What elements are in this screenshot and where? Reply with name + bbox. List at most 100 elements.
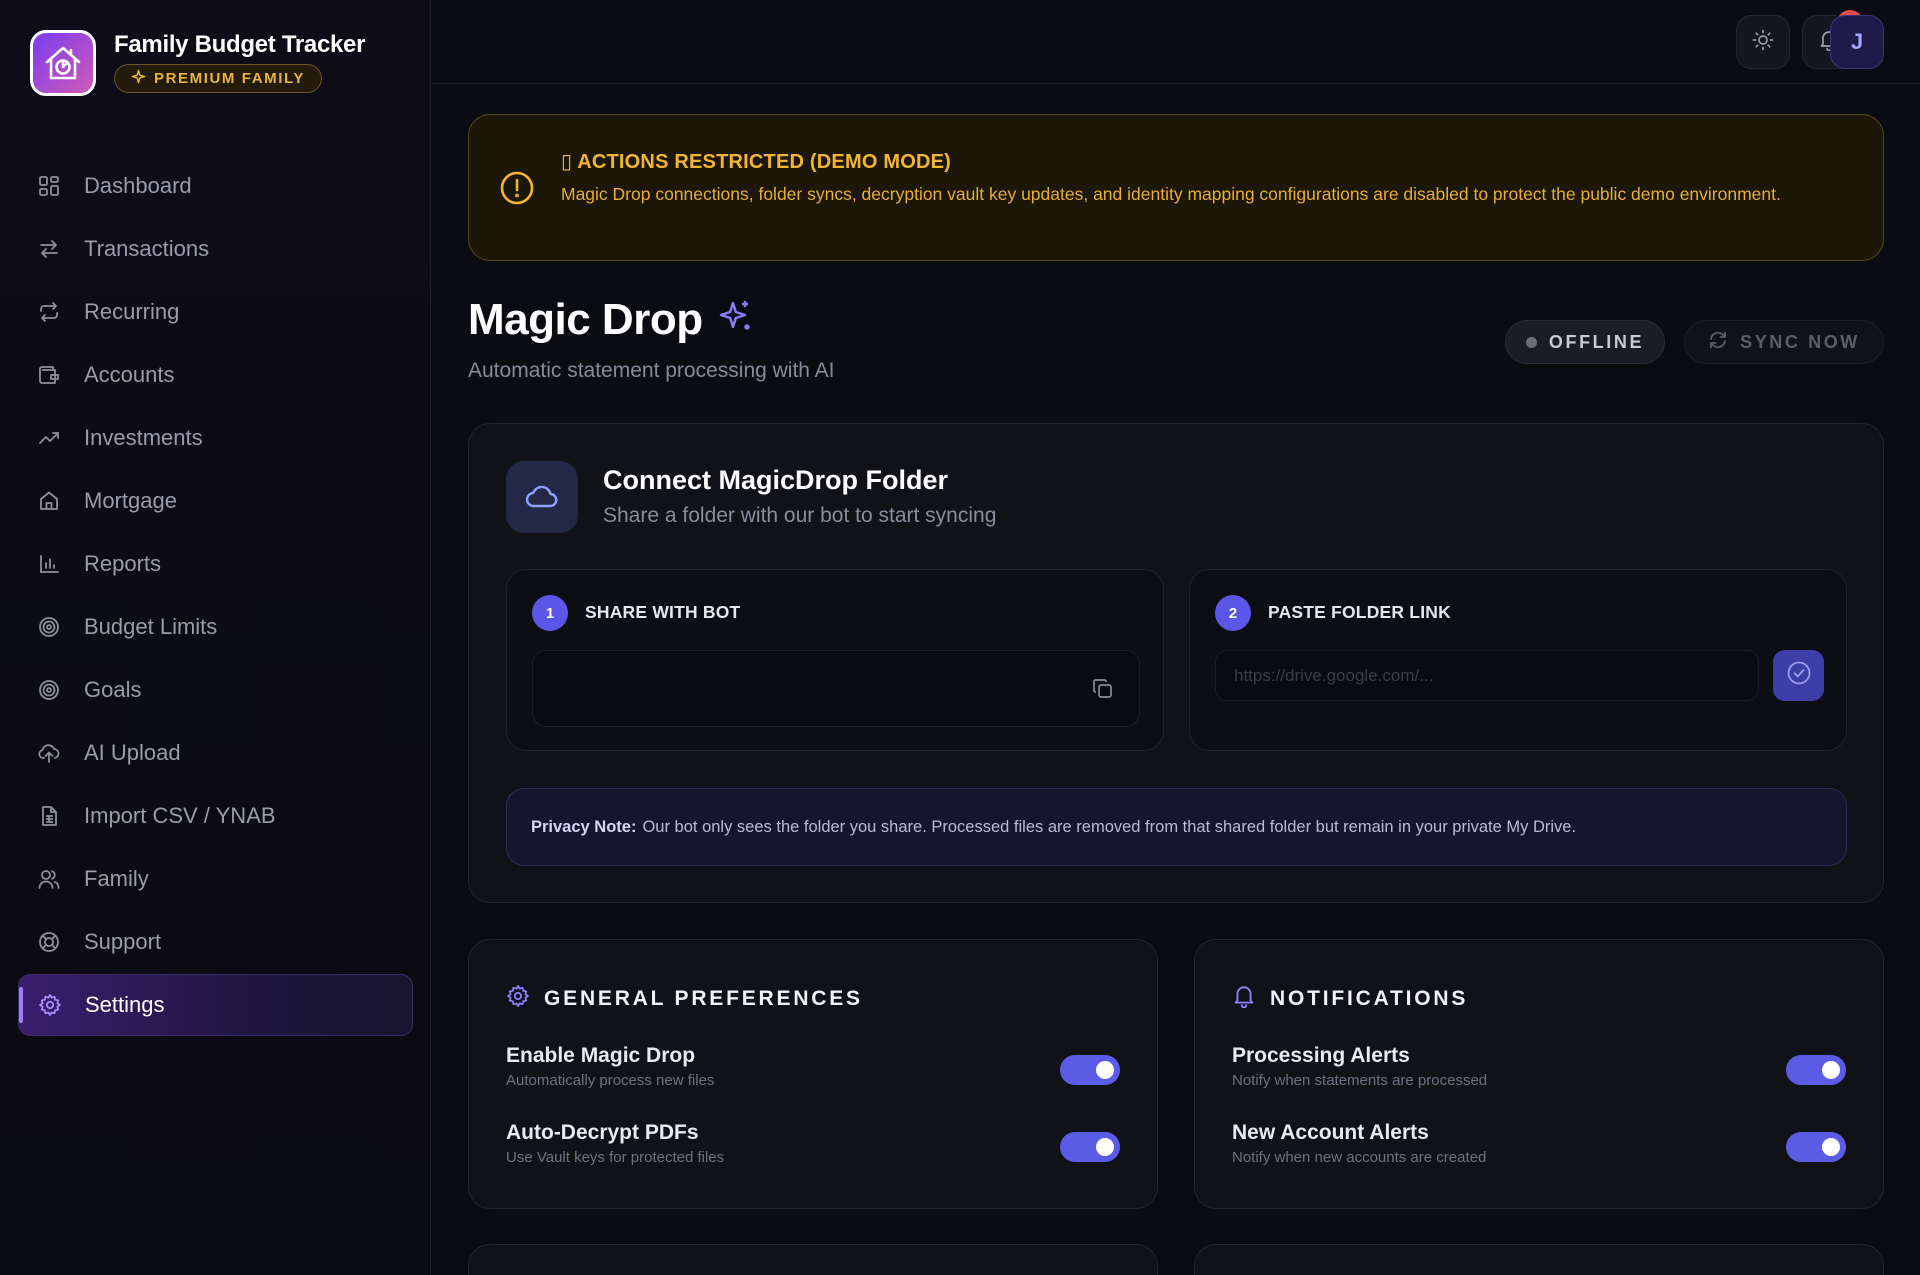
connect-subtitle: Share a folder with our bot to start syn… <box>603 504 997 527</box>
sidebar-item-label: Import CSV / YNAB <box>84 803 276 828</box>
general-preferences-card: GENERAL PREFERENCES Enable Magic Drop Au… <box>468 939 1158 1209</box>
wallet-icon <box>36 362 62 388</box>
page-subtitle: Automatic statement processing with AI <box>468 359 835 382</box>
connection-status-badge: OFFLINE <box>1505 320 1665 364</box>
gear-icon <box>506 984 530 1014</box>
refresh-icon <box>1708 330 1728 355</box>
sidebar-item-label: Recurring <box>84 299 180 324</box>
pref-row-processing-alerts: Processing Alerts Notify when statements… <box>1232 1044 1846 1100</box>
house-logo-icon <box>30 30 96 96</box>
notifications-card: NOTIFICATIONS Processing Alerts Notify w… <box>1194 939 1884 1209</box>
pref-row-enable-magic-drop: Enable Magic Drop Automatically process … <box>506 1044 1120 1100</box>
brand[interactable]: Family Budget Tracker PREMIUM FAMILY <box>30 30 365 96</box>
step-number: 2 <box>1215 595 1251 631</box>
pref-desc: Automatically process new files <box>506 1072 715 1089</box>
pref-row-auto-decrypt: Auto-Decrypt PDFs Use Vault keys for pro… <box>506 1121 1120 1177</box>
sun-icon <box>1752 29 1774 56</box>
sidebar-item-import-csv[interactable]: Import CSV / YNAB <box>18 785 413 847</box>
repeat-icon <box>36 299 62 325</box>
processing-alerts-toggle[interactable] <box>1786 1055 1846 1085</box>
sidebar: Family Budget Tracker PREMIUM FAMILY Das… <box>0 0 431 1275</box>
gear-icon <box>37 992 63 1018</box>
pref-title: Auto-Decrypt PDFs <box>506 1121 699 1144</box>
step-number: 1 <box>532 595 568 631</box>
status-dot <box>1525 336 1537 348</box>
folder-link-input[interactable] <box>1215 650 1759 701</box>
new-account-alerts-toggle[interactable] <box>1786 1132 1846 1162</box>
sparkle-icon <box>717 295 753 345</box>
user-avatar[interactable]: J <box>1830 15 1884 69</box>
privacy-note-label: Privacy Note: <box>531 817 637 836</box>
cloud-upload-icon <box>36 740 62 766</box>
privacy-note: Privacy Note: Our bot only sees the fold… <box>506 788 1847 866</box>
sidebar-item-label: Transactions <box>84 236 210 261</box>
pref-desc: Use Vault keys for protected files <box>506 1149 725 1166</box>
lifebuoy-icon <box>36 929 62 955</box>
grid-icon <box>36 173 62 199</box>
demo-mode-alert: ▯ ACTIONS RESTRICTED (DEMO MODE) Magic D… <box>468 114 1884 261</box>
check-circle-icon <box>1786 660 1812 691</box>
sidebar-item-investments[interactable]: Investments <box>18 407 413 469</box>
sync-now-button[interactable]: SYNC NOW <box>1684 320 1884 364</box>
bot-email-field[interactable] <box>532 650 1140 727</box>
sidebar-item-label: Family <box>84 866 149 891</box>
submit-link-button[interactable] <box>1773 650 1824 701</box>
sidebar-item-label: Settings <box>85 992 165 1017</box>
copy-icon[interactable] <box>1092 678 1114 705</box>
heading-text: GENERAL PREFERENCES <box>544 987 863 1010</box>
sidebar-item-family[interactable]: Family <box>18 848 413 910</box>
app-title: Family Budget Tracker <box>114 31 366 58</box>
sidebar-item-label: Dashboard <box>84 173 192 198</box>
connect-title: Connect MagicDrop Folder <box>603 465 949 495</box>
step-share-with-bot: 1 SHARE WITH BOT <box>506 569 1164 751</box>
alert-body: Magic Drop connections, folder syncs, de… <box>561 184 1781 204</box>
sidebar-item-settings[interactable]: Settings <box>18 974 413 1036</box>
sidebar-item-ai-upload[interactable]: AI Upload <box>18 722 413 784</box>
sidebar-item-support[interactable]: Support <box>18 911 413 973</box>
sidebar-item-accounts[interactable]: Accounts <box>18 344 413 406</box>
trending-up-icon <box>36 425 62 451</box>
sidebar-item-goals[interactable]: Goals <box>18 659 413 721</box>
file-spreadsheet-icon <box>36 803 62 829</box>
sidebar-item-label: Accounts <box>84 362 175 387</box>
next-card-left <box>468 1244 1158 1275</box>
theme-toggle-button[interactable] <box>1736 15 1790 69</box>
sidebar-item-recurring[interactable]: Recurring <box>18 281 413 343</box>
sidebar-item-budget-limits[interactable]: Budget Limits <box>18 596 413 658</box>
page-title-text: Magic Drop <box>468 295 703 344</box>
sidebar-nav: Dashboard Transactions Recurring Account… <box>18 155 413 1037</box>
sidebar-item-reports[interactable]: Reports <box>18 533 413 595</box>
topbar: 5 J <box>432 0 1920 84</box>
sidebar-item-label: Investments <box>84 425 203 450</box>
sidebar-item-label: Budget Limits <box>84 614 218 639</box>
sidebar-item-mortgage[interactable]: Mortgage <box>18 470 413 532</box>
sidebar-item-label: AI Upload <box>84 740 181 765</box>
target-icon <box>36 677 62 703</box>
sidebar-item-transactions[interactable]: Transactions <box>18 218 413 280</box>
sidebar-item-label: Support <box>84 929 162 954</box>
sidebar-item-label: Mortgage <box>84 488 177 513</box>
sidebar-item-label: Reports <box>84 551 162 576</box>
users-icon <box>36 866 62 892</box>
home-icon <box>36 488 62 514</box>
pref-title: New Account Alerts <box>1232 1121 1429 1144</box>
pref-title: Processing Alerts <box>1232 1044 1410 1067</box>
notifications-heading: NOTIFICATIONS <box>1232 984 1468 1014</box>
pref-title: Enable Magic Drop <box>506 1044 696 1067</box>
alert-circle-icon <box>499 170 535 211</box>
general-preferences-heading: GENERAL PREFERENCES <box>506 984 863 1014</box>
privacy-note-text: Our bot only sees the folder you share. … <box>642 817 1577 836</box>
arrows-swap-icon <box>36 236 62 262</box>
sparkle-icon <box>131 69 146 88</box>
sidebar-item-label: Goals <box>84 677 142 702</box>
plan-badge: PREMIUM FAMILY <box>114 64 323 93</box>
next-card-right <box>1194 1244 1884 1275</box>
connect-folder-card: Connect MagicDrop Folder Share a folder … <box>468 423 1884 903</box>
step-label: SHARE WITH BOT <box>585 602 741 622</box>
plan-badge-label: PREMIUM FAMILY <box>154 70 306 87</box>
sidebar-item-dashboard[interactable]: Dashboard <box>18 155 413 217</box>
page-title: Magic Drop <box>468 295 753 345</box>
auto-decrypt-toggle[interactable] <box>1060 1132 1120 1162</box>
enable-magic-drop-toggle[interactable] <box>1060 1055 1120 1085</box>
cloud-icon <box>506 461 578 533</box>
